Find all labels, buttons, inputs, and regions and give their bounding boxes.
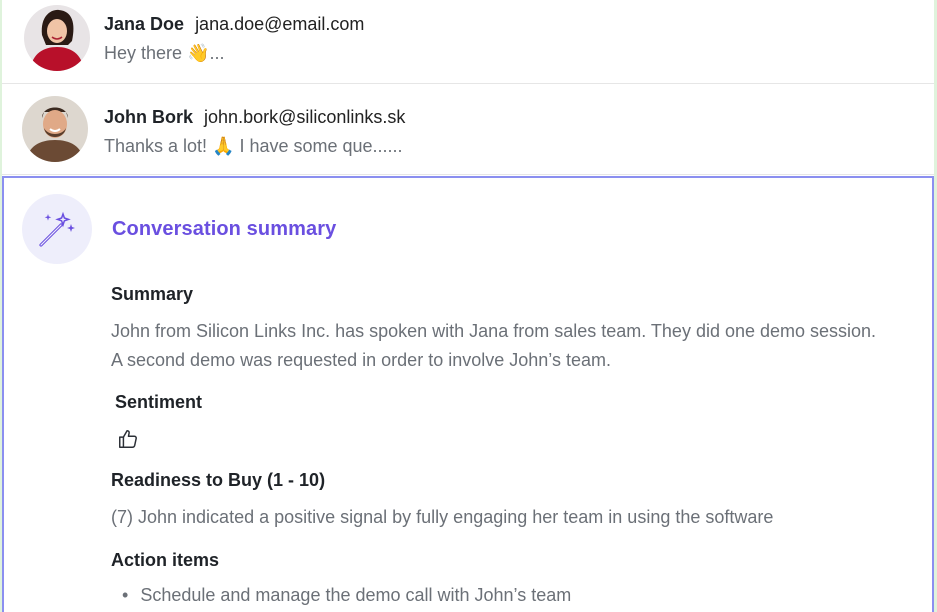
sender-email: jana.doe@email.com bbox=[195, 14, 365, 34]
summary-text: John from Silicon Links Inc. has spoken … bbox=[111, 321, 877, 370]
message-preview: Thanks a lot! 🙏 I have some que...... bbox=[104, 136, 403, 156]
action-items-heading: Action items bbox=[111, 550, 220, 570]
sentiment-heading: Sentiment bbox=[115, 392, 203, 412]
conversation-summary-panel: Conversation summary Summary John from S… bbox=[2, 176, 934, 612]
sender-line: Jana Doe jana.doe@email.com bbox=[104, 14, 364, 35]
avatar bbox=[22, 96, 88, 162]
conversation-page: Jana Doe jana.doe@email.com Hey there 👋.… bbox=[0, 0, 937, 612]
readiness-heading: Readiness to Buy (1 - 10) bbox=[111, 470, 326, 490]
sender-name: Jana Doe bbox=[104, 14, 185, 34]
avatar bbox=[24, 5, 90, 71]
sender-line: John Bork john.bork@siliconlinks.sk bbox=[104, 107, 405, 128]
conversation-item-jana[interactable]: Jana Doe jana.doe@email.com Hey there 👋.… bbox=[2, 0, 934, 84]
magic-wand-icon bbox=[22, 194, 92, 264]
list-item: Schedule and manage the demo call with J… bbox=[122, 581, 571, 610]
panel-title: Conversation summary bbox=[112, 218, 337, 240]
summary-heading: Summary bbox=[111, 284, 194, 304]
thumbs-up-icon bbox=[117, 428, 139, 450]
sender-email: john.bork@siliconlinks.sk bbox=[204, 107, 406, 127]
readiness-text: (7) John indicated a positive signal by … bbox=[111, 507, 774, 527]
conversation-item-john[interactable]: John Bork john.bork@siliconlinks.sk Than… bbox=[2, 85, 934, 175]
message-preview: Hey there 👋... bbox=[104, 43, 225, 63]
sender-name: John Bork bbox=[104, 107, 194, 127]
action-items-list: Schedule and manage the demo call with J… bbox=[122, 581, 571, 610]
